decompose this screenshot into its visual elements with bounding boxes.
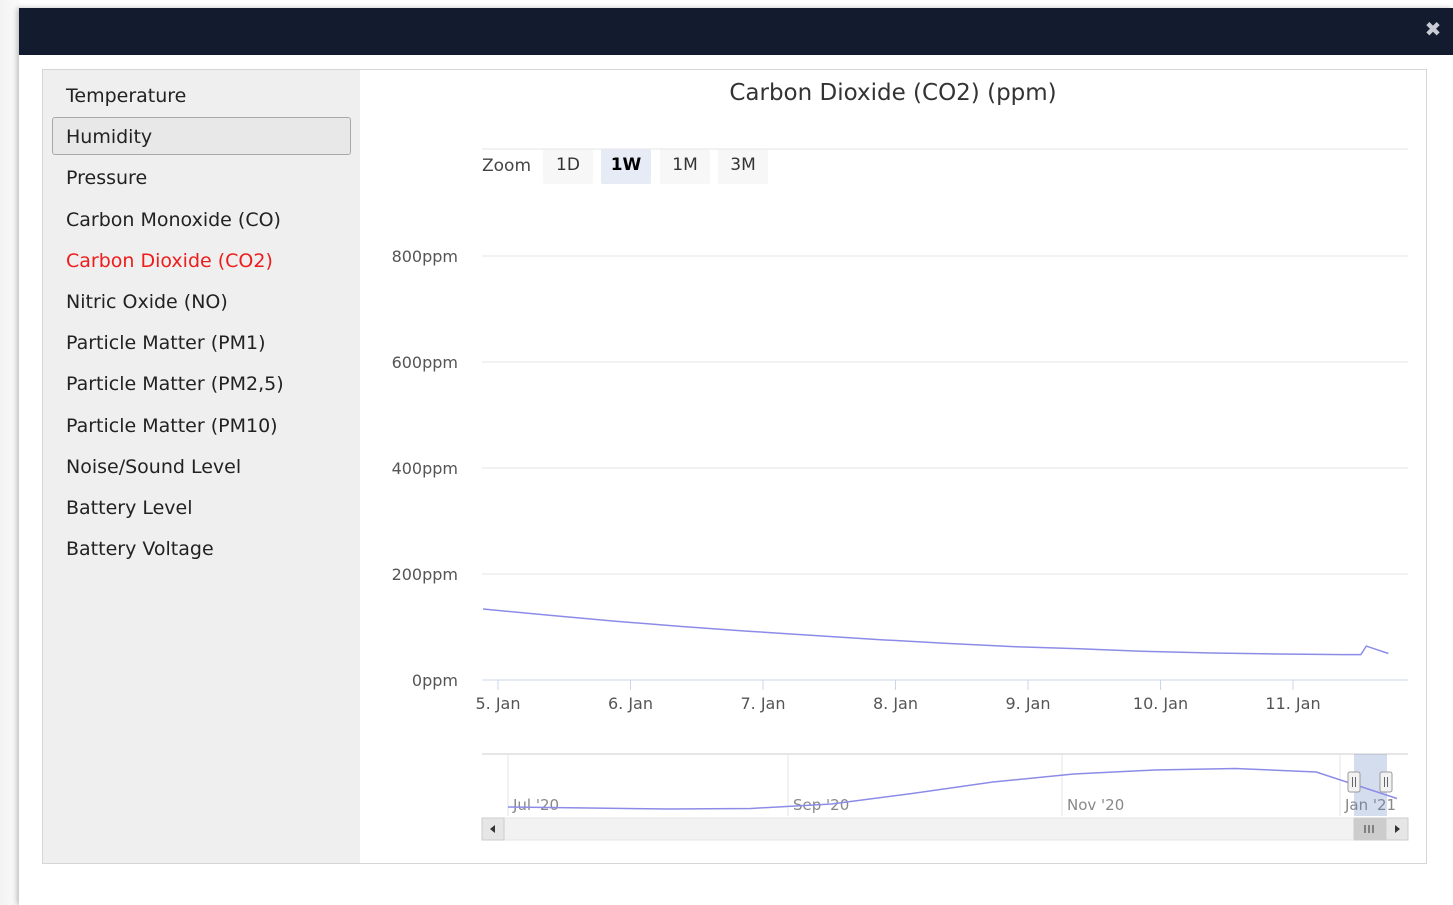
sidebar-item-carbon-dioxide-co2[interactable]: Carbon Dioxide (CO2) [52,241,351,279]
x-tick-label: 5. Jan [475,694,520,713]
x-tick-label: 9. Jan [1005,694,1050,713]
navigator-tick-label: Jul '20 [512,796,559,814]
scrollbar-thumb[interactable] [1353,817,1388,841]
modal-content: Temperature Humidity Pressure Carbon Monoxi… [42,69,1427,864]
navigator-scrollbar-track[interactable] [481,817,1409,841]
sidebar-item-carbon-monoxide-co[interactable]: Carbon Monoxide (CO) [52,200,351,238]
sidebar-item-nitric-oxide-no[interactable]: Nitric Oxide (NO) [52,282,351,320]
sidebar-item-noise-sound-level[interactable]: Noise/Sound Level [52,447,351,485]
chart-modal: ✖ Temperature Humidity Pressure Carbon Mono… [19,8,1453,905]
sidebar-item-pressure[interactable]: Pressure [52,158,351,196]
sidebar-item-particle-matter-pm1[interactable]: Particle Matter (PM1) [52,323,351,361]
y-tick-label: 0ppm [412,671,458,690]
sidebar-item-particle-matter-pm2-5[interactable]: Particle Matter (PM2,5) [52,364,351,402]
navigator-right-handle[interactable] [1379,771,1393,793]
page-backdrop [0,0,20,905]
close-icon[interactable]: ✖ [1423,18,1443,40]
x-tick-label: 10. Jan [1133,694,1188,713]
y-tick-label: 200ppm [392,565,458,584]
x-tick-label: 8. Jan [873,694,918,713]
x-tick-label: 6. Jan [608,694,653,713]
x-tick-label: 7. Jan [740,694,785,713]
y-tick-label: 800ppm [392,247,458,266]
y-tick-label: 400ppm [392,459,458,478]
modal-titlebar: ✖ [19,8,1453,55]
sidebar-item-particle-matter-pm10[interactable]: Particle Matter (PM10) [52,406,351,444]
sidebar-item-temperature[interactable]: Temperature [52,76,351,114]
navigator-tick-label: Nov '20 [1067,796,1124,814]
y-tick-label: 600ppm [392,353,458,372]
sensor-sidebar: Temperature Humidity Pressure Carbon Monoxi… [43,70,360,863]
x-tick-label: 11. Jan [1265,694,1320,713]
co2-line-chart[interactable]: 0ppm 200ppm 400ppm 600ppm 800ppm 5. Jan 6. Jan… [360,70,1426,863]
sidebar-item-battery-level[interactable]: Battery Level [52,488,351,526]
sidebar-item-humidity[interactable]: Humidity [52,117,351,156]
navigator-series-line [507,767,1398,810]
navigator-left-handle[interactable] [1347,771,1361,793]
chart-area: Carbon Dioxide (CO2) (ppm) Zoom 1D 1W 1M 3M… [360,70,1426,863]
co2-series-line [482,608,1389,656]
sidebar-item-battery-voltage[interactable]: Battery Voltage [52,529,351,567]
